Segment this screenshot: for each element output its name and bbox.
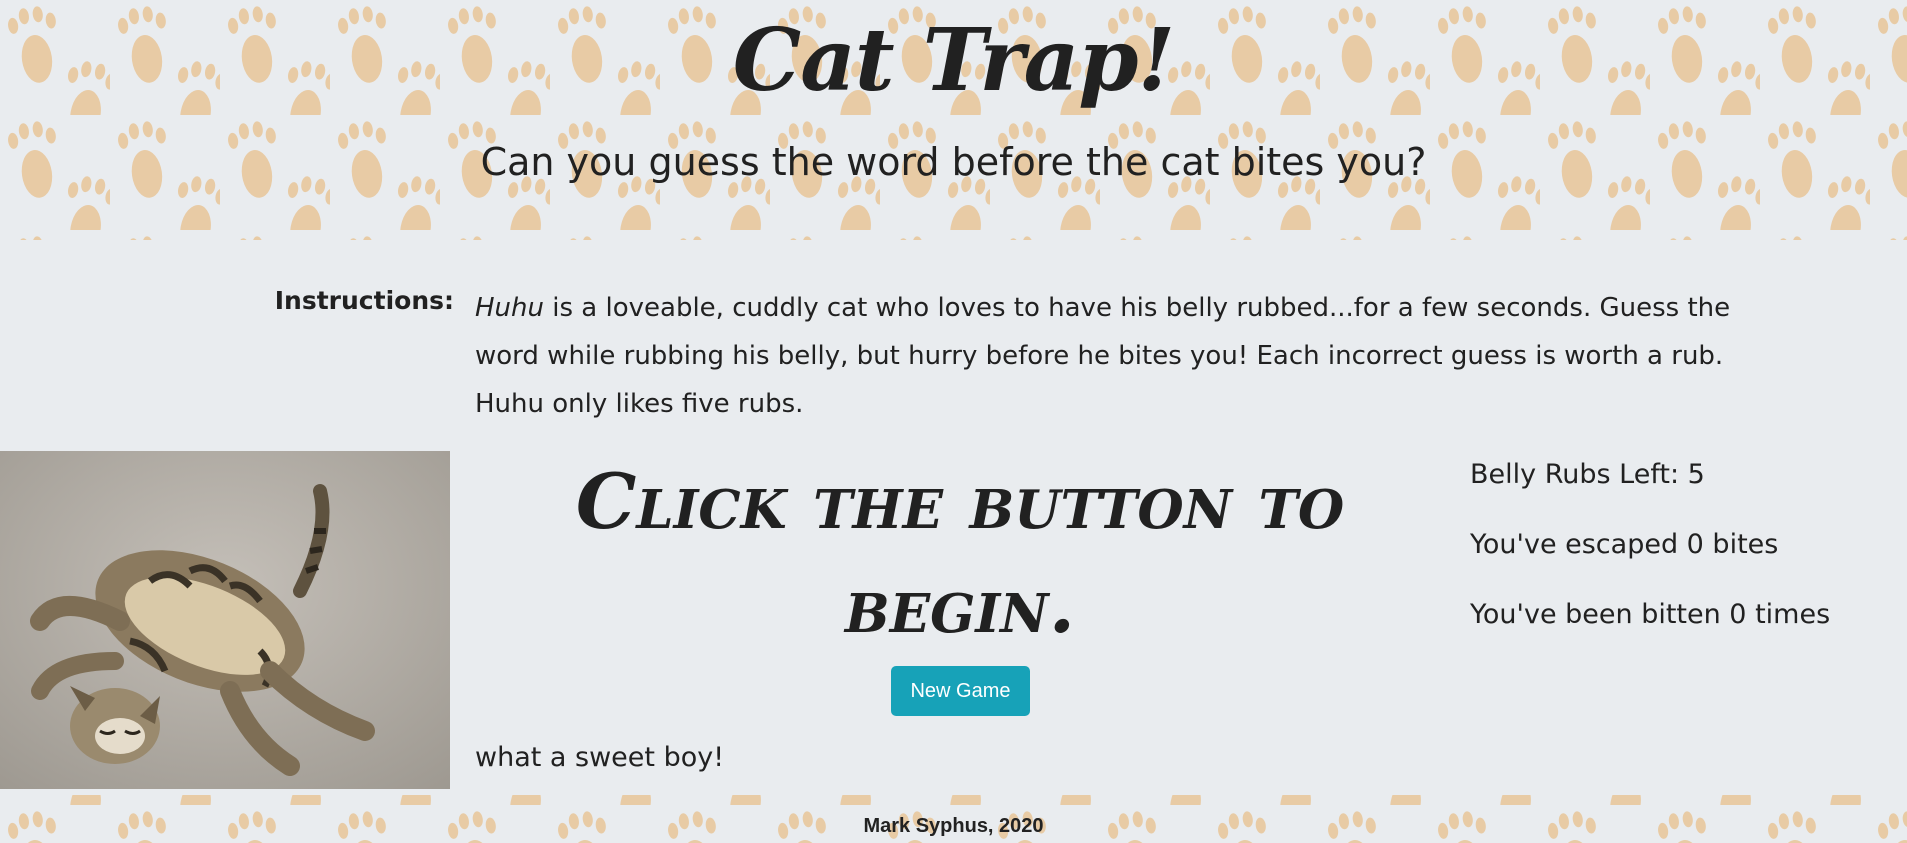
new-game-button[interactable]: New Game — [891, 666, 1030, 716]
instructions-label: Instructions: — [274, 286, 454, 315]
game-prompt: Click the button to begin. — [575, 457, 1345, 650]
instructions-text: Huhu is a loveable, cuddly cat who loves… — [475, 284, 1775, 428]
bites-escaped: You've escaped 0 bites — [1470, 529, 1779, 560]
page-subtitle: Can you guess the word before the cat bi… — [480, 140, 1427, 184]
game-panel: Instructions: Huhu is a loveable, cuddly… — [0, 240, 1907, 795]
footer-credit: Mark Syphus, 2020 — [863, 815, 1044, 837]
instructions-body: is a loveable, cuddly cat who loves to h… — [475, 293, 1731, 419]
page-footer: Mark Syphus, 2020 — [0, 795, 1907, 843]
photo-caption: what a sweet boy! — [475, 742, 725, 773]
page-header: Cat Trap! Can you guess the word before … — [0, 0, 1907, 240]
game-stats: Belly Rubs Left: 5 You've escaped 0 bite… — [1470, 455, 1830, 665]
times-bitten: You've been bitten 0 times — [1470, 599, 1831, 630]
cat-name: Huhu — [475, 293, 544, 323]
page-title: Cat Trap! — [732, 10, 1176, 111]
cat-photo — [0, 451, 450, 789]
belly-rubs-left: Belly Rubs Left: 5 — [1470, 459, 1705, 490]
